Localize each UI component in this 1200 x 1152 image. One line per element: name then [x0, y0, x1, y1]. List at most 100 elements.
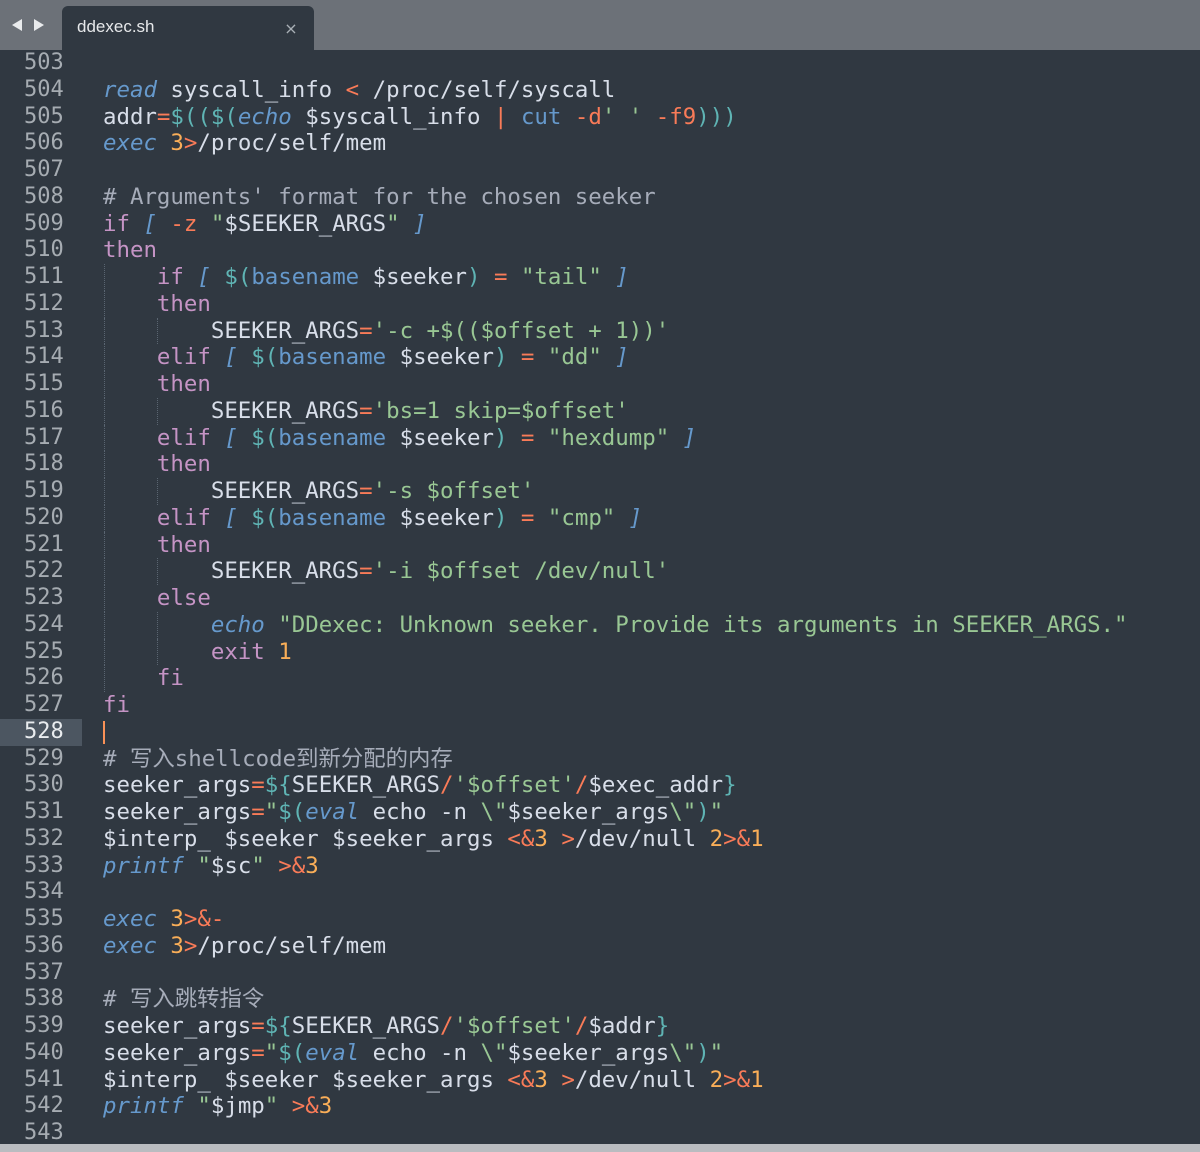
- code-line[interactable]: printf "$sc" >&3: [103, 853, 1200, 880]
- code-token: ": [251, 852, 265, 879]
- code-line[interactable]: exec 3>/proc/self/mem: [103, 130, 1200, 157]
- code-line[interactable]: fi: [103, 692, 1200, 719]
- code-line[interactable]: exit 1: [103, 638, 1200, 666]
- indent-guide: [104, 611, 105, 639]
- code-line[interactable]: SEEKER_ARGS='-i $offset /dev/null': [103, 558, 1200, 585]
- code-line[interactable]: read syscall_info < /proc/self/syscall: [103, 77, 1200, 104]
- code-line[interactable]: [103, 1120, 1200, 1144]
- code-token: ": [386, 210, 400, 237]
- code-line[interactable]: exec 3>&-: [103, 906, 1200, 933]
- indent-guide: [104, 397, 105, 425]
- code-token: $(: [251, 424, 279, 451]
- code-line[interactable]: fi: [103, 665, 1200, 692]
- code-line[interactable]: [103, 50, 1200, 77]
- tab-title: ddexec.sh: [77, 17, 155, 36]
- code-line[interactable]: then: [103, 531, 1200, 559]
- code-line[interactable]: [103, 960, 1200, 987]
- code-token: [: [224, 504, 238, 531]
- code-line[interactable]: elif [ $(basename $seeker) = "cmp" ]: [103, 504, 1200, 532]
- code-token: 1: [750, 825, 764, 852]
- code-line[interactable]: if [ $(basename $seeker) = "tail" ]: [103, 264, 1200, 291]
- code-token: $jmp: [210, 1093, 265, 1120]
- code-line[interactable]: seeker_args="$(eval echo -n \"$seeker_ar…: [103, 1040, 1200, 1067]
- code-line[interactable]: if [ -z "$SEEKER_ARGS" ]: [103, 211, 1200, 238]
- code-line[interactable]: elif [ $(basename $seeker) = "hexdump" ]: [103, 424, 1200, 452]
- code-token: "dd": [547, 344, 602, 371]
- code-line[interactable]: then: [103, 451, 1200, 478]
- code-token: 3: [170, 932, 184, 959]
- code-line[interactable]: $interp_ $seeker $seeker_args <&3 >/dev/…: [103, 826, 1200, 853]
- code-area[interactable]: read syscall_info < /proc/self/syscall ad…: [103, 50, 1200, 1144]
- code-line[interactable]: SEEKER_ARGS='-c +$(($offset + 1))': [103, 317, 1200, 345]
- code-line[interactable]: [103, 157, 1200, 184]
- indent-guide: [157, 317, 158, 345]
- code-line[interactable]: [103, 879, 1200, 906]
- code-line[interactable]: then: [103, 290, 1200, 318]
- code-line[interactable]: addr=$(($(echo $syscall_info | cut -d' '…: [103, 104, 1200, 131]
- code-token: 'bs=1 skip=$offset': [372, 397, 629, 424]
- line-number: 512: [24, 290, 64, 316]
- indent-guide: [157, 478, 158, 505]
- code-line[interactable]: SEEKER_ARGS='-s $offset': [103, 478, 1200, 505]
- code-token: $exec_addr: [588, 772, 724, 799]
- code-token: printf: [103, 852, 184, 879]
- tab-ddexec[interactable]: ddexec.sh ×: [62, 6, 314, 50]
- code-line[interactable]: seeker_args=${SEEKER_ARGS/'$offset'/$add…: [103, 1013, 1200, 1040]
- code-token: if: [156, 264, 184, 290]
- code-line[interactable]: # 写入跳转指令: [103, 986, 1200, 1013]
- code-line[interactable]: then: [103, 237, 1200, 264]
- code-line[interactable]: SEEKER_ARGS='bs=1 skip=$offset': [103, 397, 1200, 425]
- code-token: =: [251, 772, 265, 799]
- code-line[interactable]: then: [103, 371, 1200, 398]
- code-line[interactable]: # Arguments' format for the chosen seeke…: [103, 184, 1200, 211]
- code-line[interactable]: echo "DDexec: Unknown seeker. Provide it…: [103, 611, 1200, 639]
- code-token: fi: [103, 692, 130, 718]
- code-token: [: [224, 424, 238, 451]
- code-token: basename: [251, 264, 360, 290]
- left-arrow-icon[interactable]: [8, 15, 26, 35]
- code-token: /: [440, 1013, 454, 1039]
- close-icon[interactable]: ×: [282, 19, 300, 38]
- right-arrow-icon[interactable]: [30, 15, 48, 35]
- code-token: =: [520, 344, 535, 371]
- indent-guide: [104, 264, 105, 291]
- code-line[interactable]: else: [103, 585, 1200, 612]
- code-token: eval: [305, 799, 360, 825]
- code-line[interactable]: seeker_args=${SEEKER_ARGS/'$offset'/$exe…: [103, 772, 1200, 799]
- code-line[interactable]: # 写入shellcode到新分配的内存: [103, 746, 1200, 773]
- code-token: ]: [682, 424, 697, 451]
- code-line[interactable]: [103, 719, 1200, 746]
- code-line[interactable]: seeker_args="$(eval echo -n \"$seeker_ar…: [103, 799, 1200, 826]
- status-bar: [0, 1144, 1200, 1152]
- code-token: SEEKER_ARGS: [210, 397, 360, 424]
- code-token: }: [655, 1013, 670, 1039]
- code-token: elif: [156, 424, 211, 451]
- indent-guide: [104, 585, 105, 612]
- code-token: "tail": [520, 264, 602, 290]
- code-token: >: [183, 932, 198, 959]
- code-token: }: [723, 772, 737, 799]
- code-token: [: [143, 210, 157, 237]
- code-token: echo -n: [359, 799, 481, 825]
- code-token: ": [709, 799, 724, 825]
- code-line[interactable]: $interp_ $seeker $seeker_args <&3 >/dev/…: [103, 1067, 1200, 1094]
- code-line[interactable]: printf "$jmp" >&3: [103, 1093, 1200, 1120]
- code-line[interactable]: elif [ $(basename $seeker) = "dd" ]: [103, 344, 1200, 371]
- code-token: -d: [574, 103, 602, 130]
- code-token: ): [493, 424, 508, 451]
- line-number: 537: [24, 959, 64, 985]
- code-line[interactable]: exec 3>/proc/self/mem: [103, 933, 1200, 960]
- line-number: 524: [24, 611, 64, 637]
- code-editor[interactable]: 503 504 505 506 507 508 509 510 511 512 513 514 515 5…: [0, 50, 1200, 1144]
- code-token: =: [359, 397, 373, 424]
